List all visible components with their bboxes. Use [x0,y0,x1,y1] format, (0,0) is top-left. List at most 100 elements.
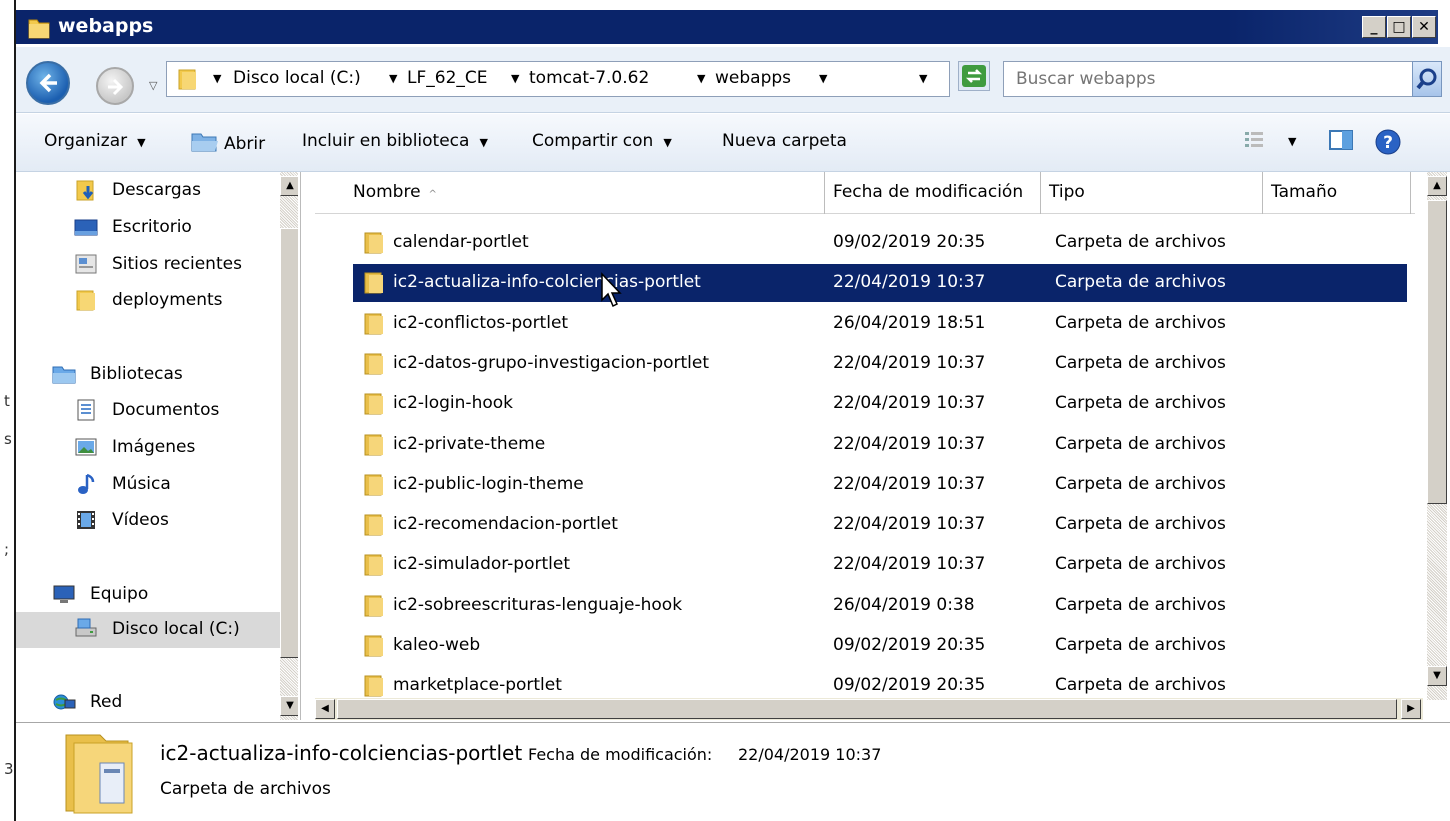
refresh-button[interactable] [958,61,990,91]
nav-pane-scrollbar[interactable]: ▲ ▼ [280,172,298,720]
details-meta-label: Fecha de modificación: [528,745,713,764]
file-date: 22/04/2019 10:37 [833,514,986,534]
open-button[interactable]: Abrir [190,131,265,154]
arrow-right-icon [108,78,124,96]
share-menu[interactable]: Compartir con ▼ [532,131,672,151]
nav-item-musica[interactable]: Música [16,468,282,502]
scroll-right-button[interactable]: ▶ [1401,699,1421,719]
include-library-menu[interactable]: Incluir en biblioteca ▼ [302,131,488,151]
scroll-thumb[interactable] [280,228,298,658]
folder-icon [364,353,383,375]
file-row[interactable]: ic2-simulador-portlet 22/04/2019 10:37 Car… [353,546,1407,584]
file-date: 22/04/2019 10:37 [833,434,986,454]
column-header-size[interactable]: Tamaño [1263,172,1411,214]
file-row[interactable]: ic2-recomendacion-portlet 22/04/2019 10:3… [353,506,1407,544]
svg-text:?: ? [1383,133,1393,153]
breadcrumb-item[interactable]: Disco local (C:) [233,68,361,88]
nav-item-escritorio[interactable]: Escritorio [16,211,282,245]
file-row[interactable]: ic2-public-login-theme 22/04/2019 10:37 Ca… [353,466,1407,504]
view-options-icon[interactable] [1242,128,1266,152]
file-name: ic2-datos-grupo-investigacion-portlet [393,353,710,373]
scroll-up-button[interactable]: ▲ [1427,176,1447,196]
back-button[interactable] [26,61,70,105]
file-row[interactable]: ic2-login-hook 22/04/2019 10:37 Carpeta de… [353,385,1407,423]
folder-icon [364,514,383,536]
recent-locations-dropdown[interactable]: ▽ [149,79,157,92]
nav-item-label: deployments [112,290,223,310]
file-type: Carpeta de archivos [1055,313,1226,333]
nav-item-label: Red [90,692,123,712]
breadcrumb-item[interactable]: webapps [715,68,791,88]
search-field[interactable] [1003,61,1413,97]
nav-item-label: Disco local (C:) [112,619,240,639]
column-header-date[interactable]: Fecha de modificación [825,172,1041,214]
organize-menu[interactable]: Organizar ▼ [44,131,146,151]
maximize-button[interactable]: □ [1387,16,1411,38]
folder-icon [364,272,383,294]
view-dropdown-arrow[interactable]: ▼ [1288,135,1296,148]
breadcrumb-arrow[interactable]: ▼ [697,72,705,85]
address-field[interactable]: ▼ Disco local (C:) ▼ LF_62_CE ▼ tomcat-7… [166,61,950,97]
search-icon [1416,68,1437,90]
search-input[interactable] [1004,62,1412,96]
preview-pane-icon[interactable] [1328,128,1354,152]
details-file-type: Carpeta de archivos [160,779,331,799]
file-row[interactable]: ic2-actualiza-info-colciencias-portlet 22… [353,264,1407,302]
downloads-icon [76,180,94,201]
address-bar-row: ▽ ▼ Disco local (C:) ▼ LF_62_CE ▼ tomcat… [16,47,1450,113]
column-header-type[interactable]: Tipo [1041,172,1263,214]
nav-item-descargas[interactable]: Descargas [16,174,282,208]
nav-item-videos[interactable]: Vídeos [16,504,282,538]
file-row[interactable]: calendar-portlet 09/02/2019 20:35 Carpeta … [353,224,1407,262]
close-button[interactable]: ✕ [1412,16,1436,38]
scroll-thumb[interactable] [1427,200,1447,504]
file-row[interactable]: ic2-sobreescrituras-lenguaje-hook 26/04/2… [353,587,1407,625]
folder-icon [364,635,383,657]
breadcrumb-item[interactable]: tomcat-7.0.62 [529,68,649,88]
nav-item-disco-local[interactable]: Disco local (C:) [16,612,282,648]
nav-item-label: Equipo [90,584,149,604]
nav-item-label: Imágenes [112,437,196,457]
scroll-down-button[interactable]: ▼ [280,696,298,716]
title-bar[interactable]: webapps _ □ ✕ [16,10,1438,44]
file-row[interactable]: ic2-datos-grupo-investigacion-portlet 22/… [353,345,1407,383]
file-row[interactable]: ic2-conflictos-portlet 26/04/2019 18:51 Ca… [353,305,1407,343]
documents-icon [77,399,95,421]
file-row[interactable]: kaleo-web 09/02/2019 20:35 Carpeta de arch… [353,627,1407,665]
file-list-scrollbar[interactable]: ▲ ▼ [1427,172,1447,700]
nav-item-red[interactable]: Red [16,686,282,720]
folder-icon [364,554,383,576]
nav-item-sitios-recientes[interactable]: Sitios recientes [16,248,282,282]
nav-item-deployments[interactable]: deployments [16,284,282,318]
desktop-icon [74,219,98,236]
new-folder-button[interactable]: Nueva carpeta [722,131,847,151]
search-button[interactable] [1412,61,1442,97]
forward-button[interactable] [96,67,134,105]
breadcrumb-arrow[interactable]: ▼ [819,72,827,85]
breadcrumb-arrow[interactable]: ▼ [389,72,397,85]
help-icon[interactable]: ? [1374,128,1402,156]
file-list-hscrollbar[interactable]: ◀ ▶ [315,698,1423,720]
folder-icon [364,393,383,415]
nav-item-label: Música [112,474,171,494]
nav-item-label: Bibliotecas [90,364,183,384]
column-header-name[interactable]: Nombre ^ [345,172,825,214]
file-type: Carpeta de archivos [1055,393,1226,413]
nav-item-documentos[interactable]: Documentos [16,394,282,428]
nav-item-imagenes[interactable]: Imágenes [16,431,282,465]
breadcrumb-arrow[interactable]: ▼ [213,72,221,85]
scroll-left-button[interactable]: ◀ [315,699,335,719]
nav-item-equipo[interactable]: Equipo [16,578,282,612]
scroll-up-button[interactable]: ▲ [280,176,298,196]
scroll-thumb[interactable] [337,699,1397,719]
breadcrumb-item[interactable]: LF_62_CE [407,68,488,88]
scroll-down-button[interactable]: ▼ [1427,666,1447,686]
file-type: Carpeta de archivos [1055,434,1226,454]
address-history-dropdown[interactable]: ▼ [919,72,927,85]
nav-item-bibliotecas[interactable]: Bibliotecas [16,358,282,392]
desktop-background: t s; 3 [0,0,14,821]
breadcrumb-arrow[interactable]: ▼ [511,72,519,85]
minimize-button[interactable]: _ [1362,16,1386,38]
mouse-cursor-icon [601,272,622,308]
file-row[interactable]: ic2-private-theme 22/04/2019 10:37 Carpeta… [353,426,1407,464]
